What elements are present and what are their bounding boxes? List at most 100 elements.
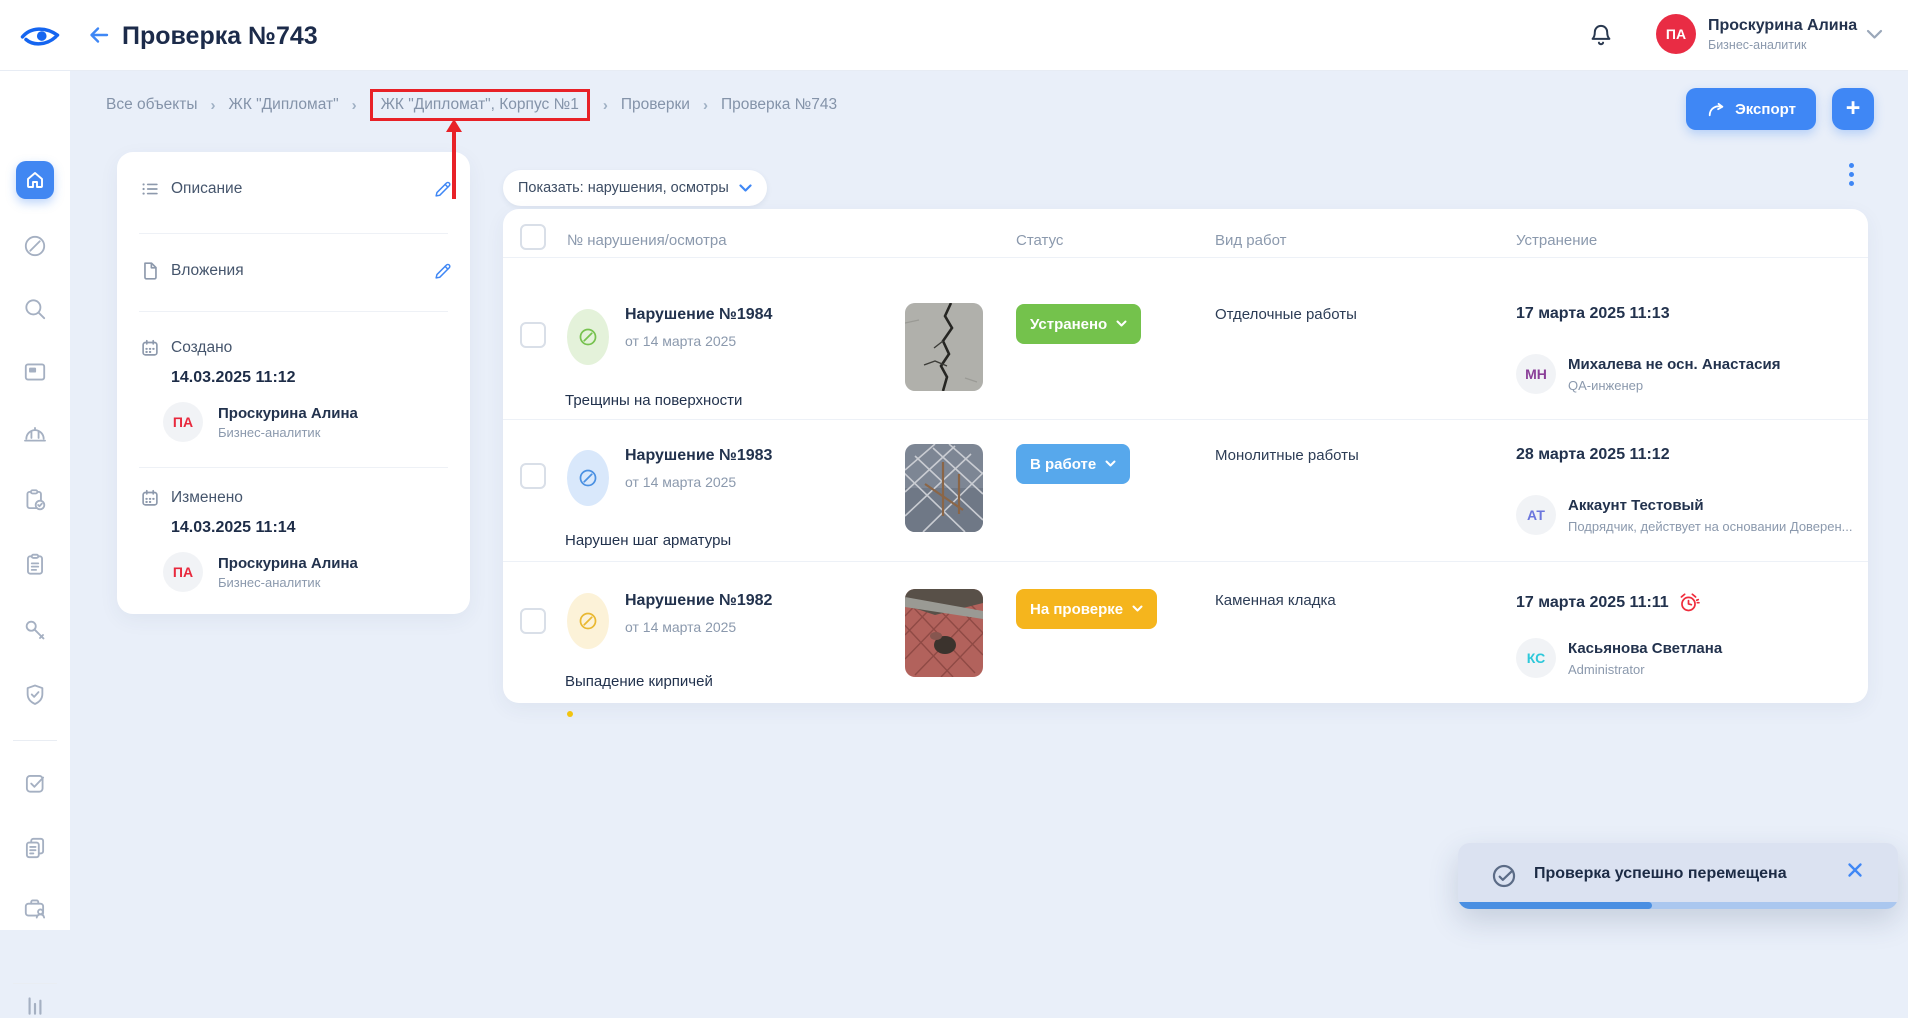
sidebar-divider bbox=[13, 983, 57, 984]
overdue-alarm-icon bbox=[1677, 591, 1700, 614]
app-logo-eye-icon[interactable] bbox=[19, 23, 61, 49]
divider bbox=[503, 419, 1868, 420]
toast-progress-track bbox=[1458, 902, 1898, 909]
breadcrumb-item-complex[interactable]: ЖК "Дипломат" bbox=[229, 96, 339, 114]
violation-photo-paving[interactable] bbox=[905, 589, 983, 677]
sidebar-item-access[interactable] bbox=[22, 617, 48, 643]
user-menu-toggle[interactable] bbox=[1866, 29, 1883, 40]
violation-icon bbox=[567, 309, 609, 365]
sidebar-item-construction[interactable] bbox=[22, 422, 48, 448]
circle-slash-icon bbox=[577, 326, 599, 348]
work-type: Монолитные работы bbox=[1215, 447, 1359, 464]
kebab-icon bbox=[1849, 163, 1854, 168]
show-filter-dropdown[interactable]: Показать: нарушения, осмотры bbox=[503, 170, 767, 206]
violation-date: от 14 марта 2025 bbox=[625, 619, 736, 635]
pencil-icon bbox=[432, 178, 454, 200]
sidebar-item-home[interactable] bbox=[16, 161, 54, 199]
sidebar-divider bbox=[13, 740, 57, 741]
modified-label: Изменено bbox=[171, 489, 243, 507]
chevron-down-icon bbox=[739, 184, 752, 193]
circle-slash-icon bbox=[577, 610, 599, 632]
file-icon bbox=[139, 260, 161, 282]
circle-slash-icon bbox=[577, 467, 599, 489]
modified-user-avatar: ПА bbox=[163, 552, 203, 592]
row-checkbox[interactable] bbox=[520, 322, 546, 348]
list-icon bbox=[139, 178, 161, 200]
fix-datetime: 17 марта 2025 11:13 bbox=[1516, 305, 1670, 323]
violation-photo-rebar[interactable] bbox=[905, 444, 983, 532]
assignee-avatar: КС bbox=[1516, 638, 1556, 678]
row-checkbox[interactable] bbox=[520, 463, 546, 489]
sidebar-item-contractors[interactable] bbox=[22, 895, 48, 921]
column-header-fix[interactable]: Устранение bbox=[1516, 232, 1597, 249]
export-icon bbox=[1706, 100, 1726, 118]
assignee-role: QA-инженер bbox=[1568, 378, 1643, 393]
assignee-role: Administrator bbox=[1568, 662, 1645, 677]
breadcrumb-separator: › bbox=[211, 97, 216, 114]
annotation-arrow-line bbox=[452, 131, 456, 199]
status-badge[interactable]: Устранено bbox=[1016, 304, 1141, 344]
notifications-button[interactable] bbox=[1587, 20, 1615, 50]
row-checkbox[interactable] bbox=[520, 608, 546, 634]
card-icon bbox=[22, 359, 48, 385]
created-user-name: Проскурина Алина bbox=[218, 405, 358, 422]
filter-label: Показать: нарушения, осмотры bbox=[518, 180, 729, 196]
sidebar bbox=[0, 70, 70, 930]
chart-icon bbox=[22, 992, 48, 1018]
export-button[interactable]: Экспорт bbox=[1686, 88, 1816, 130]
documents-icon bbox=[22, 835, 48, 861]
user-role: Бизнес-аналитик bbox=[1708, 37, 1806, 53]
breadcrumb-separator: › bbox=[603, 97, 608, 114]
attachments-label: Вложения bbox=[171, 262, 244, 280]
sidebar-item-documents[interactable] bbox=[22, 835, 48, 861]
chevron-down-icon bbox=[1116, 320, 1127, 328]
table-menu-button[interactable] bbox=[1844, 158, 1859, 190]
created-user-avatar: ПА bbox=[163, 402, 203, 442]
column-header-number[interactable]: № нарушения/осмотра bbox=[567, 232, 727, 249]
description-label: Описание bbox=[171, 180, 242, 198]
edit-attachments-button[interactable] bbox=[432, 260, 454, 282]
created-datetime: 14.03.2025 11:12 bbox=[171, 369, 296, 387]
violation-description: Трещины на поверхности bbox=[565, 392, 742, 409]
toast-progress-fill bbox=[1458, 902, 1652, 909]
sidebar-item-search[interactable] bbox=[22, 296, 48, 322]
column-header-work-type[interactable]: Вид работ bbox=[1215, 232, 1286, 249]
violation-number[interactable]: Нарушение №1982 bbox=[625, 592, 772, 610]
assignee-avatar: МН bbox=[1516, 354, 1556, 394]
violation-number[interactable]: Нарушение №1984 bbox=[625, 306, 772, 324]
status-badge[interactable]: На проверке bbox=[1016, 589, 1157, 629]
toast-close-button[interactable] bbox=[1844, 859, 1866, 881]
clipboard-list-icon bbox=[22, 552, 48, 578]
breadcrumb-item-inspections[interactable]: Проверки bbox=[621, 96, 690, 114]
edit-description-button[interactable] bbox=[432, 178, 454, 200]
sidebar-item-inspections[interactable] bbox=[22, 487, 48, 513]
sidebar-item-security[interactable] bbox=[22, 682, 48, 708]
sidebar-item-checklists[interactable] bbox=[22, 552, 48, 578]
bell-icon bbox=[1587, 20, 1615, 50]
user-name: Проскурина Алина bbox=[1708, 16, 1857, 35]
chevron-down-icon bbox=[1132, 605, 1143, 613]
created-label: Создано bbox=[171, 339, 232, 357]
user-avatar[interactable]: ПА bbox=[1656, 14, 1696, 54]
column-header-status[interactable]: Статус bbox=[1016, 232, 1063, 249]
add-button[interactable]: + bbox=[1832, 88, 1874, 130]
status-label: В работе bbox=[1030, 456, 1096, 473]
calendar-icon bbox=[139, 487, 161, 509]
violation-number[interactable]: Нарушение №1983 bbox=[625, 447, 772, 465]
shield-check-icon bbox=[22, 682, 48, 708]
status-label: Устранено bbox=[1030, 316, 1107, 333]
sidebar-item-reports[interactable] bbox=[22, 992, 48, 1018]
modified-user-role: Бизнес-аналитик bbox=[218, 575, 320, 590]
breadcrumb-item-building-highlighted[interactable]: ЖК "Дипломат", Корпус №1 bbox=[370, 89, 590, 121]
status-badge[interactable]: В работе bbox=[1016, 444, 1130, 484]
back-button[interactable] bbox=[86, 23, 112, 47]
unread-indicator-dot bbox=[567, 711, 573, 717]
sidebar-item-objects[interactable] bbox=[22, 359, 48, 385]
sidebar-item-tasks[interactable] bbox=[22, 770, 48, 796]
toast-message: Проверка успешно перемещена bbox=[1534, 865, 1787, 883]
violation-photo-crack[interactable] bbox=[905, 303, 983, 391]
breadcrumb: Все объекты › ЖК "Дипломат" › ЖК "Диплом… bbox=[106, 88, 837, 122]
sidebar-item-restricted[interactable] bbox=[22, 233, 48, 259]
select-all-checkbox[interactable] bbox=[520, 224, 546, 250]
breadcrumb-item-all-objects[interactable]: Все объекты bbox=[106, 96, 198, 114]
